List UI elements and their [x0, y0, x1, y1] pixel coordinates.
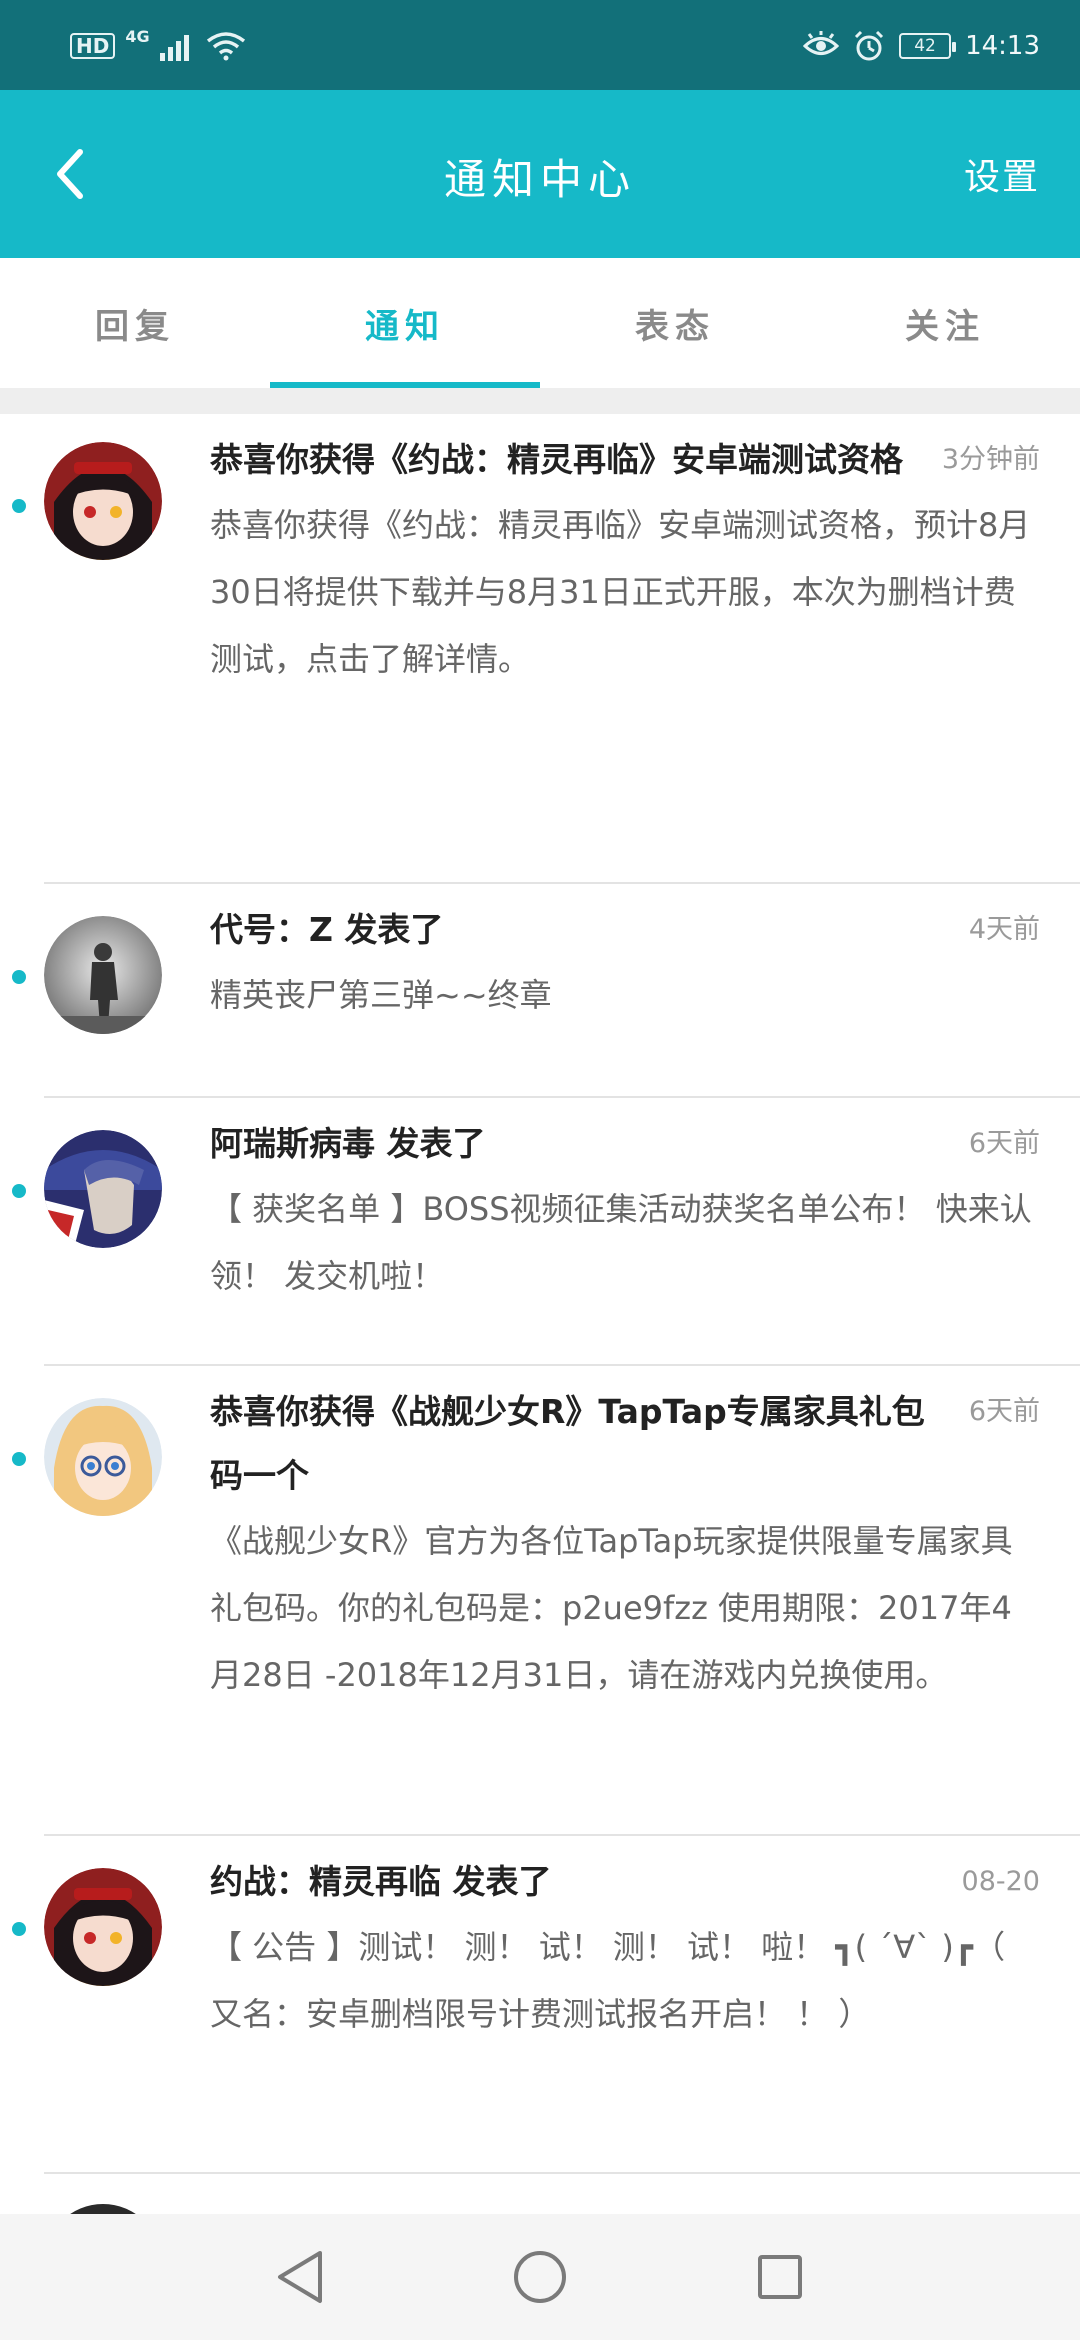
nav-back-button[interactable] [265, 2242, 335, 2312]
triangle-back-icon [278, 2251, 322, 2303]
notification-item[interactable]: 约战：精灵再临 发表了 08-20 【 公告 】测试！ 测！ 试！ 测！ 试！ … [12, 1836, 1080, 2174]
page-title: 通知中心 [443, 155, 636, 204]
notification-title: 恭喜你获得《约战：精灵再临》安卓端测试资格 [210, 440, 903, 479]
signal-icon [159, 35, 189, 61]
avatar[interactable] [44, 1398, 162, 1516]
tab-reactions[interactable]: 表态 [540, 258, 810, 388]
tab-follows[interactable]: 关注 [810, 258, 1080, 388]
notification-body: 【 获奖名单 】BOSS视频征集活动获奖名单公布！ 快来认领！ 发交机啦！ [210, 1190, 1032, 1295]
notification-content: 阿瑞斯病毒 发表了 6天前 【 获奖名单 】BOSS视频征集活动获奖名单公布！ … [210, 1112, 1040, 1310]
unread-dot [12, 499, 26, 513]
notification-item[interactable]: 阿瑞斯病毒 发表了 6天前 【 获奖名单 】BOSS视频征集活动获奖名单公布！ … [12, 1098, 1080, 1366]
network-type: 4G [125, 26, 150, 46]
zombie-figure-avatar-icon [44, 916, 162, 1034]
avatar[interactable] [44, 916, 162, 1034]
blonde-girl-avatar-icon [44, 1398, 162, 1516]
notification-title: 约战：精灵再临 发表了 [210, 1862, 552, 1901]
notification-content: 恭喜你获得《战舰少女R》TapTap专属家具礼包码一个 6天前 《战舰少女R》官… [210, 1380, 1040, 1709]
notification-content: 恭喜你获得《约战：精灵再临》安卓端测试资格 3分钟前 恭喜你获得《约战：精灵再临… [210, 428, 1040, 693]
battery-indicator: 42 [899, 33, 957, 59]
notification-list[interactable]: 恭喜你获得《约战：精灵再临》安卓端测试资格 3分钟前 恭喜你获得《约战：精灵再临… [0, 414, 1080, 2214]
nav-recents-button[interactable] [745, 2242, 815, 2312]
soldier-avatar-icon [44, 1130, 162, 1248]
settings-button[interactable]: 设置 [964, 148, 1040, 200]
anime-girl-avatar-icon [44, 442, 162, 560]
avatar[interactable] [44, 1130, 162, 1248]
notification-header: 恭喜你获得《战舰少女R》TapTap专属家具礼包码一个 6天前 [210, 1380, 1040, 1508]
notification-title: 代号：Z 发表了 [210, 910, 444, 949]
tab-bar: 回复 通知 表态 关注 [0, 258, 1080, 388]
notification-header: 代号：Z 发表了 4天前 [210, 898, 1040, 962]
notification-time: 4天前 [968, 914, 1040, 945]
tab-notifications[interactable]: 通知 [270, 258, 540, 388]
section-divider [0, 388, 1080, 414]
notification-content: 代号：Z 发表了 4天前 精英丧尸第三弹~~终章 [210, 898, 1040, 1029]
hd-badge: HD [70, 33, 116, 59]
notification-item[interactable] [44, 2174, 1080, 2214]
notification-time: 3分钟前 [941, 444, 1040, 475]
status-left: HD 4G [70, 26, 246, 66]
notification-body: 《战舰少女R》官方为各位TapTap玩家提供限量专属家具礼包码。你的礼包码是：p… [210, 1522, 1013, 1694]
notification-header: 恭喜你获得《约战：精灵再临》安卓端测试资格 3分钟前 [210, 428, 1040, 492]
notification-header: 约战：精灵再临 发表了 08-20 [210, 1850, 1040, 1914]
notification-item[interactable]: 代号：Z 发表了 4天前 精英丧尸第三弹~~终章 [12, 884, 1080, 1098]
notification-title: 阿瑞斯病毒 发表了 [210, 1124, 486, 1163]
notification-item[interactable]: 恭喜你获得《战舰少女R》TapTap专属家具礼包码一个 6天前 《战舰少女R》官… [12, 1366, 1080, 1836]
notification-body: 【 公告 】测试！ 测！ 试！ 测！ 试！ 啦！ ┓( ´∀` )┏（ 又名：安… [210, 1928, 1006, 2033]
notification-time: 6天前 [968, 1396, 1040, 1427]
avatar[interactable] [44, 442, 162, 560]
nav-home-button[interactable] [505, 2242, 575, 2312]
circle-home-icon [514, 2251, 566, 2303]
avatar[interactable] [44, 2204, 162, 2214]
tab-replies[interactable]: 回复 [0, 258, 270, 388]
notification-header: 阿瑞斯病毒 发表了 6天前 [210, 1112, 1040, 1176]
notification-title: 恭喜你获得《战舰少女R》TapTap专属家具礼包码一个 [210, 1392, 925, 1495]
eye-comfort-icon [803, 31, 840, 55]
notification-content: 约战：精灵再临 发表了 08-20 【 公告 】测试！ 测！ 试！ 测！ 试！ … [210, 1850, 1040, 2048]
status-bar: HD 4G 42 14:13 [0, 0, 1080, 90]
unread-dot [12, 1922, 26, 1936]
unread-dot [12, 970, 26, 984]
unread-dot [12, 1452, 26, 1466]
clock: 14:13 [965, 31, 1040, 61]
notification-time: 6天前 [968, 1128, 1040, 1159]
notification-body: 恭喜你获得《约战：精灵再临》安卓端测试资格，预计8月30日将提供下载并与8月31… [210, 506, 1031, 678]
wifi-icon [206, 32, 245, 61]
system-nav-bar [0, 2214, 1080, 2340]
square-recents-icon [758, 2255, 802, 2299]
app-bar: 通知中心 设置 [0, 90, 1080, 258]
unread-dot [12, 1184, 26, 1198]
avatar[interactable] [44, 1868, 162, 1986]
notification-body: 精英丧尸第三弹~~终章 [210, 976, 552, 1014]
notification-time: 08-20 [961, 1866, 1040, 1897]
alarm-icon [855, 30, 884, 61]
notification-item[interactable]: 恭喜你获得《约战：精灵再临》安卓端测试资格 3分钟前 恭喜你获得《约战：精灵再临… [12, 414, 1080, 884]
anime-girl-avatar-icon [44, 1868, 162, 1986]
status-right: 42 14:13 [803, 26, 1040, 66]
